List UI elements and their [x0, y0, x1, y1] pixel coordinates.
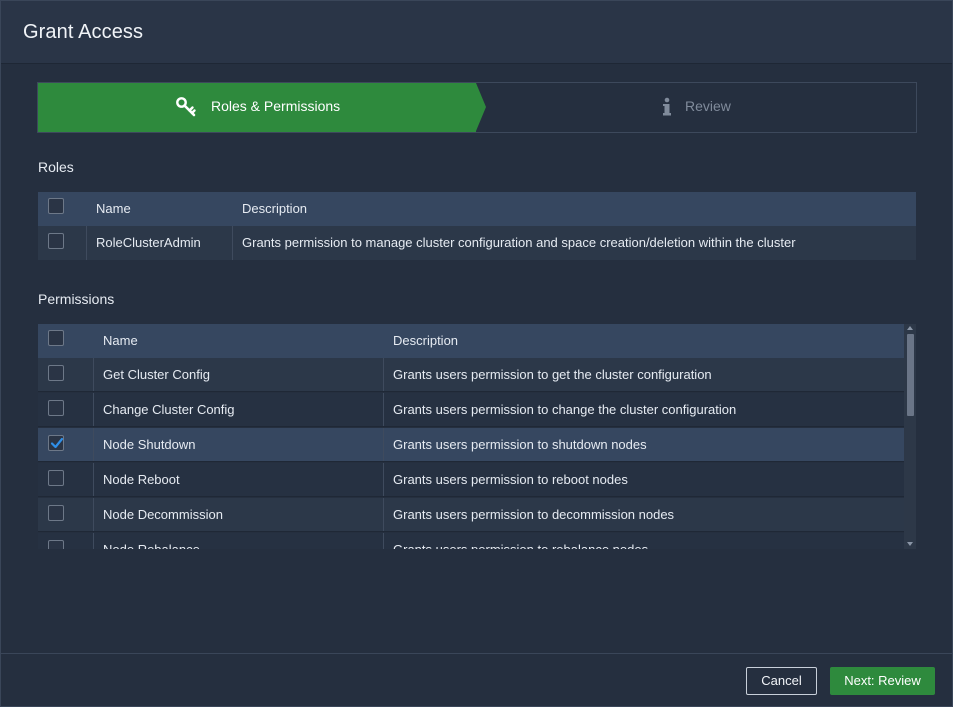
row-separator [38, 391, 904, 392]
roles-section-label: Roles [38, 159, 74, 175]
row-checkbox[interactable] [48, 505, 64, 521]
column-divider [93, 358, 94, 392]
permissions-select-all-checkbox[interactable] [48, 330, 64, 346]
row-checkbox[interactable] [48, 365, 64, 381]
next-review-button[interactable]: Next: Review [830, 667, 935, 695]
roles-column-name[interactable]: Name [96, 192, 131, 226]
column-divider [86, 226, 87, 260]
checkmark-icon [50, 437, 64, 449]
permission-name: Get Cluster Config [103, 367, 210, 382]
permissions-section-label: Permissions [38, 291, 115, 307]
info-icon [663, 97, 671, 116]
column-divider [383, 498, 384, 532]
table-row[interactable]: Node Rebalance Grants users permission t… [38, 533, 904, 549]
step-roles-permissions[interactable]: Roles & Permissions [38, 83, 476, 132]
row-checkbox-checked[interactable] [48, 435, 64, 451]
row-checkbox[interactable] [48, 233, 64, 249]
roles-select-all-checkbox[interactable] [48, 198, 64, 214]
row-separator [38, 531, 904, 532]
permission-name: Node Shutdown [103, 437, 196, 452]
footer-divider [1, 653, 952, 654]
permissions-column-description[interactable]: Description [393, 324, 458, 358]
column-divider [383, 533, 384, 549]
table-row[interactable]: Get Cluster Config Grants users permissi… [38, 358, 904, 392]
table-row-selected[interactable]: Node Shutdown Grants users permission to… [38, 428, 904, 462]
permission-name: Node Reboot [103, 472, 180, 487]
role-name: RoleClusterAdmin [96, 235, 201, 250]
cancel-button[interactable]: Cancel [746, 667, 817, 695]
key-icon [176, 97, 196, 117]
row-checkbox[interactable] [48, 400, 64, 416]
permission-description: Grants users permission to reboot nodes [393, 472, 628, 487]
column-divider [383, 463, 384, 497]
grant-access-dialog: Grant Access Roles & Permissions Review … [0, 0, 953, 707]
column-divider [93, 533, 94, 549]
table-row[interactable]: Change Cluster Config Grants users permi… [38, 393, 904, 427]
table-row[interactable]: Node Reboot Grants users permission to r… [38, 463, 904, 497]
scroll-up-arrow-icon[interactable] [907, 326, 913, 330]
permission-description: Grants users permission to rebalance nod… [393, 533, 648, 549]
column-divider [93, 463, 94, 497]
permission-description: Grants users permission to decommission … [393, 507, 675, 522]
permission-description: Grants users permission to shutdown node… [393, 437, 647, 452]
permission-name: Change Cluster Config [103, 402, 235, 417]
role-description: Grants permission to manage cluster conf… [242, 235, 796, 250]
scroll-down-arrow-icon[interactable] [907, 542, 913, 546]
permissions-column-name[interactable]: Name [103, 324, 138, 358]
permission-name: Node Decommission [103, 507, 223, 522]
table-row[interactable]: RoleClusterAdmin Grants permission to ma… [38, 226, 916, 260]
row-checkbox[interactable] [48, 470, 64, 486]
wizard-steps: Roles & Permissions Review [37, 82, 917, 133]
column-divider [383, 393, 384, 427]
roles-table-header: Name Description [38, 192, 916, 226]
permissions-table: Name Description Get Cluster Config Gran… [38, 324, 916, 549]
step-roles-permissions-label: Roles & Permissions [211, 98, 341, 114]
column-divider [232, 226, 233, 260]
column-divider [383, 428, 384, 462]
step-arrow [476, 83, 486, 131]
scrollbar-thumb[interactable] [907, 334, 914, 416]
dialog-title: Grant Access [23, 21, 144, 43]
roles-table: Name Description RoleClusterAdmin Grants… [38, 192, 916, 260]
dialog-header: Grant Access [1, 1, 952, 64]
permission-description: Grants users permission to change the cl… [393, 402, 737, 417]
column-divider [93, 428, 94, 462]
permission-description: Grants users permission to get the clust… [393, 367, 712, 382]
table-row[interactable]: Node Decommission Grants users permissio… [38, 498, 904, 532]
row-separator [38, 426, 904, 427]
permissions-scrollbar[interactable] [904, 324, 916, 549]
permissions-table-header: Name Description [38, 324, 904, 358]
column-divider [383, 358, 384, 392]
column-divider [93, 393, 94, 427]
row-separator [38, 496, 904, 497]
permission-name: Node Rebalance [103, 533, 200, 549]
roles-column-description[interactable]: Description [242, 192, 307, 226]
row-checkbox[interactable] [48, 540, 64, 549]
step-review-label[interactable]: Review [685, 98, 731, 114]
row-separator [38, 461, 904, 462]
column-divider [93, 498, 94, 532]
